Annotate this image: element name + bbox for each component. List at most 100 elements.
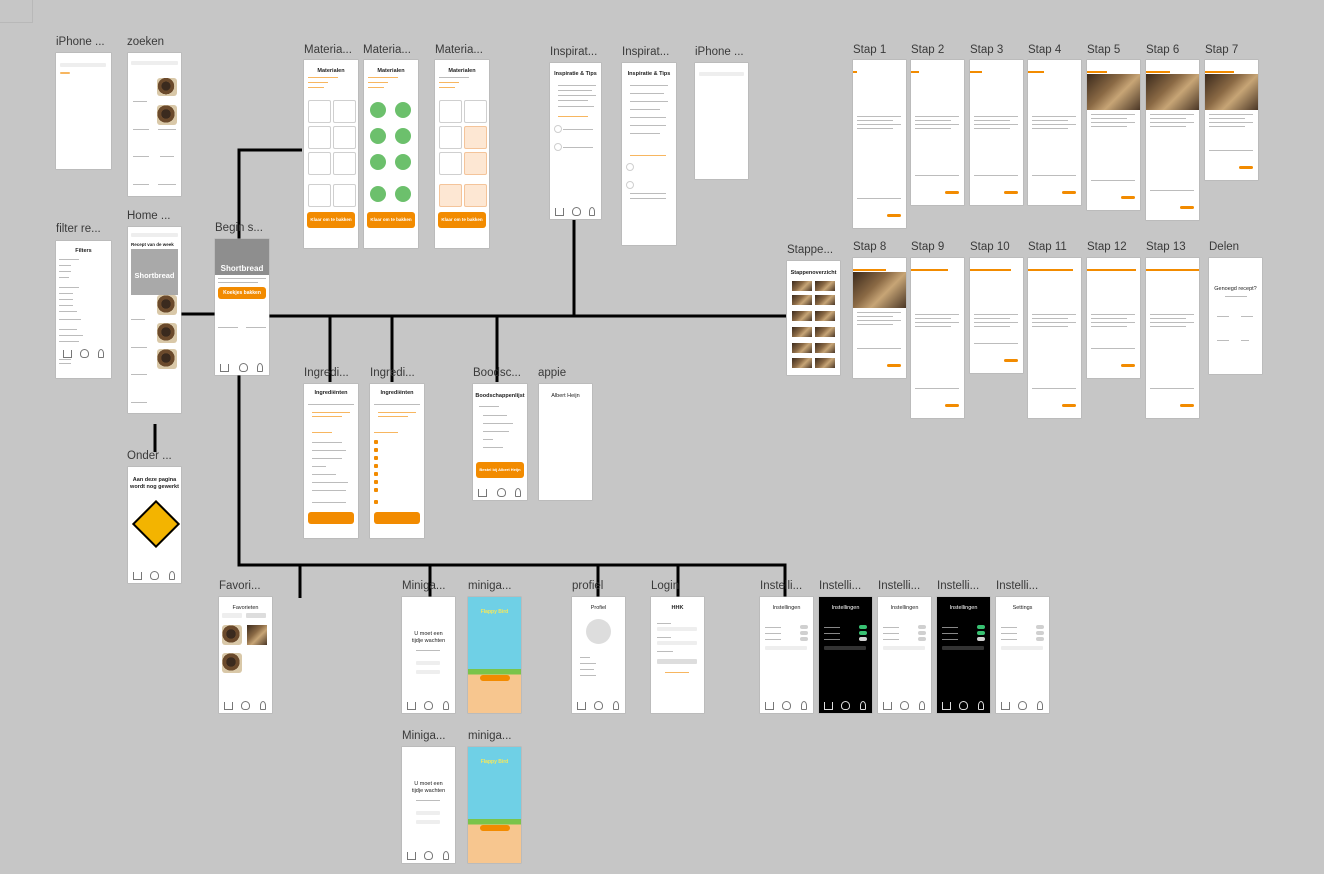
frame-onder[interactable]: Aan deze pagina wordt nog gewerkt [128,467,181,583]
setting-toggle[interactable] [859,637,867,641]
home-icon[interactable] [1001,702,1010,710]
step-next-button[interactable] [945,404,959,407]
frame-step-6[interactable] [1146,60,1199,220]
frame-step-7[interactable] [1205,60,1258,180]
setting-toggle[interactable] [800,631,808,635]
setting-select[interactable] [883,646,925,650]
frame-materia-1[interactable]: Materialen Klaar om te bakken [304,60,358,248]
setting-toggle[interactable] [859,625,867,629]
frame-step-5[interactable] [1087,60,1140,210]
frame-label-home: Home ... [127,210,171,222]
user-icon[interactable] [919,701,925,710]
frame-step-8[interactable] [853,258,906,378]
frame-boodsc[interactable]: Boodschappenlijst Bestel bij Albert Heij… [473,384,527,500]
step-next-button[interactable] [1004,359,1018,362]
frame-favori[interactable]: Favorieten [219,597,272,713]
step-next-button[interactable] [887,214,901,217]
step-text-line [974,318,1010,319]
heart-icon[interactable] [1018,701,1027,710]
setting-toggle[interactable] [1036,637,1044,641]
setting-toggle[interactable] [918,625,926,629]
frame-ingredi-2[interactable]: Ingrediënten [370,384,424,538]
step-next-button[interactable] [1062,191,1076,194]
frame-filter[interactable]: Filters [56,241,111,378]
user-icon[interactable] [978,701,984,710]
user-icon[interactable] [1037,701,1043,710]
frame-miniga-4[interactable]: Flappy Bird [468,747,521,863]
setting-toggle[interactable] [918,631,926,635]
heart-icon[interactable] [900,701,909,710]
frame-begin[interactable]: Shortbread Koekjes bakken [215,239,269,375]
frame-zoeken[interactable] [128,53,181,196]
frame-home[interactable]: Recept van de week Shortbread [128,227,181,413]
materia-3-button[interactable]: Klaar om te bakken [438,212,486,228]
setting-select[interactable] [824,646,866,650]
step-next-button[interactable] [945,191,959,194]
user-icon[interactable] [801,701,807,710]
step-next-button[interactable] [1239,166,1253,169]
frame-instel3[interactable]: Instellingen [878,597,931,713]
frame-step-4[interactable] [1028,60,1081,205]
frame-miniga-3[interactable]: U moet een tijdje wachten [402,747,455,863]
frame-iphone-2[interactable] [695,63,748,179]
setting-toggle[interactable] [1036,625,1044,629]
step-next-button[interactable] [1121,364,1135,367]
setting-toggle[interactable] [977,637,985,641]
frame-profiel[interactable]: Profiel [572,597,625,713]
setting-toggle[interactable] [800,637,808,641]
frame-materia-2[interactable]: Materialen Klaar om te bakken [364,60,418,248]
home-icon[interactable] [883,702,892,710]
frame-materia-3[interactable]: Materialen Klaar om te bakken [435,60,489,248]
step-next-button[interactable] [1180,206,1194,209]
filter-title: Filters [75,248,92,254]
frame-stappen[interactable]: Stappenoverzicht [787,261,840,375]
materia-2-button[interactable]: Klaar om te bakken [367,212,415,228]
boodsc-button[interactable]: Bestel bij Albert Heijn [476,462,524,478]
home-icon[interactable] [765,702,774,710]
step-next-button[interactable] [1121,196,1135,199]
heart-icon[interactable] [841,701,850,710]
step-next-button[interactable] [1180,404,1194,407]
setting-label-line [883,627,899,628]
setting-toggle[interactable] [1036,631,1044,635]
begin-button[interactable]: Koekjes bakken [218,287,266,299]
heart-icon[interactable] [782,701,791,710]
frame-delen[interactable]: Genoegd recept? [1209,258,1262,374]
frame-instel1[interactable]: Instellingen [760,597,813,713]
frame-miniga-2[interactable]: Flappy Bird [468,597,521,713]
step-next-button[interactable] [887,364,901,367]
user-icon[interactable] [860,701,866,710]
frame-appie[interactable]: Albert Heijn [539,384,592,500]
frame-step-12[interactable] [1087,258,1140,378]
frame-login[interactable]: HHK [651,597,704,713]
home-icon[interactable] [824,702,833,710]
frame-iphone[interactable] [56,53,111,169]
setting-toggle[interactable] [977,631,985,635]
frame-step-1[interactable] [853,60,906,228]
setting-toggle[interactable] [977,625,985,629]
frame-step-10[interactable] [970,258,1023,373]
frame-step-3[interactable] [970,60,1023,205]
setting-select[interactable] [765,646,807,650]
frame-ingredi-1[interactable]: Ingrediënten [304,384,358,538]
home-icon[interactable] [942,702,951,710]
frame-step-11[interactable] [1028,258,1081,418]
frame-step-9[interactable] [911,258,964,418]
frame-instel4[interactable]: Instellingen [937,597,990,713]
step-next-button[interactable] [1062,404,1076,407]
materia-1-button[interactable]: Klaar om te bakken [307,212,355,228]
setting-toggle[interactable] [918,637,926,641]
frame-instel2[interactable]: Instellingen [819,597,872,713]
frame-inspiratie-1[interactable]: Inspiratie & Tips [550,63,601,219]
frame-step-13[interactable] [1146,258,1199,418]
setting-toggle[interactable] [859,631,867,635]
frame-miniga-1[interactable]: U moet een tijdje wachten [402,597,455,713]
setting-select[interactable] [942,646,984,650]
step-next-button[interactable] [1004,191,1018,194]
frame-inspiratie-2[interactable]: Inspiratie & Tips [622,63,676,245]
setting-toggle[interactable] [800,625,808,629]
frame-step-2[interactable] [911,60,964,205]
setting-select[interactable] [1001,646,1043,650]
frame-instel5[interactable]: Settings [996,597,1049,713]
heart-icon[interactable] [959,701,968,710]
